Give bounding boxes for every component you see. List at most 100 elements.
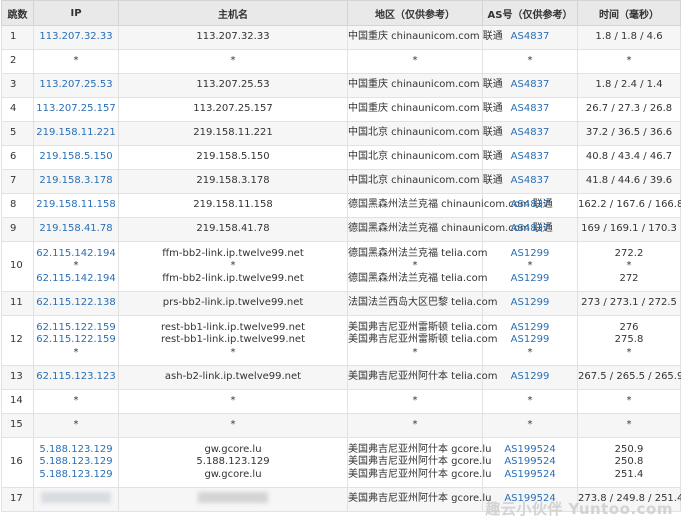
hostname-cell: prs-bb2-link.ip.twelve99.net xyxy=(118,291,348,316)
ip-value[interactable]: 62.115.122.159 xyxy=(34,334,118,347)
time-value: 1.8 / 2.4 / 1.4 xyxy=(595,79,663,91)
ip-value[interactable]: 62.115.122.138 xyxy=(34,297,118,310)
ip-value[interactable]: 113.207.32.33 xyxy=(34,31,118,44)
ip-cell: * xyxy=(33,49,119,74)
hostname-value: 219.158.41.78 xyxy=(196,223,270,235)
asn-value[interactable]: AS199524 xyxy=(483,469,577,482)
ip-value[interactable]: 5.188.123.129 xyxy=(34,444,118,457)
watermark: 趣云小伙伴 Yuntoo.com xyxy=(485,500,673,518)
asn-value[interactable]: AS1299 xyxy=(483,248,577,261)
time-cell: 37.2 / 36.5 / 36.6 xyxy=(577,121,681,146)
table-row: 13 62.115.123.123 ash-b2-link.ip.twelve99.… xyxy=(1,365,681,390)
hop-cell: 17 xyxy=(1,487,34,512)
table-row: 9 219.158.41.78 219.158.41.78 德国黑森州法兰克福 chi… xyxy=(1,217,681,242)
table-row: 12 62.115.122.159 62.115.122.159 * rest-bb1-… xyxy=(1,315,681,366)
ip-value[interactable]: 5.188.123.129 xyxy=(34,456,118,469)
ip-cell: 219.158.3.178 xyxy=(33,169,119,194)
region-cell: 中国北京 chinaunicom.com 联通 xyxy=(347,145,503,170)
ip-value[interactable]: 219.158.3.178 xyxy=(34,175,118,188)
hostname-cell xyxy=(118,487,348,512)
ip-cell: 113.207.25.157 xyxy=(33,97,119,122)
hop-cell: 6 xyxy=(1,145,34,170)
hostname-value: 219.158.5.150 xyxy=(196,151,270,163)
table-row: 1 113.207.32.33 113.207.32.33 中国重庆 chinauni… xyxy=(1,25,681,50)
ip-value[interactable]: 62.115.123.123 xyxy=(34,371,118,384)
time-value: 272 xyxy=(619,272,639,284)
region-cell: 美国弗吉尼亚州阿什本 gcore.lu xyxy=(347,487,492,512)
asn-value[interactable]: AS199524 xyxy=(483,444,577,457)
region-value: * xyxy=(412,260,418,272)
time-cell: 272.2 * 272 xyxy=(577,241,681,292)
time-value: 267.5 / 265.5 / 265.9 xyxy=(578,371,681,383)
region-value: * xyxy=(412,55,418,67)
asn-value: * xyxy=(527,55,533,67)
ip-value[interactable]: 113.207.25.157 xyxy=(34,103,118,116)
table-row: 2 * * * * * xyxy=(1,49,681,74)
ip-value[interactable]: 5.188.123.129 xyxy=(34,469,118,482)
traceroute-table: 跳数 IP 主机名 地区（仅供参考） AS号（仅供参考） 时间（毫秒） 1 113… xyxy=(1,0,681,512)
region-value: 美国弗吉尼亚州阿什本 gcore.lu xyxy=(348,493,492,505)
hop-cell: 14 xyxy=(1,389,34,414)
region-cell: 中国重庆 chinaunicom.com 联通 xyxy=(347,97,503,122)
time-value: * xyxy=(626,346,632,358)
region-value: 美国弗吉尼亚州阿什本 telia.com xyxy=(348,371,498,383)
region-value: 中国北京 chinaunicom.com 联通 xyxy=(348,127,503,139)
region-cell: 中国北京 chinaunicom.com 联通 xyxy=(347,121,503,146)
region-value: 美国弗吉尼亚州阿什本 gcore.lu xyxy=(348,456,492,468)
ip-value[interactable]: 62.115.142.194 xyxy=(34,248,118,261)
asn-value[interactable]: AS1299 xyxy=(483,334,577,347)
region-value: 中国北京 chinaunicom.com 联通 xyxy=(348,175,503,187)
ip-value: * xyxy=(73,55,79,67)
time-cell: 40.8 / 43.4 / 46.7 xyxy=(577,145,681,170)
region-value: 中国重庆 chinaunicom.com 联通 xyxy=(348,31,503,43)
hop-cell: 16 xyxy=(1,437,34,488)
hostname-cell: 113.207.25.157 xyxy=(118,97,348,122)
time-value: 169 / 169.1 / 170.3 xyxy=(581,223,677,235)
region-value: 美国弗吉尼亚州阿什本 gcore.lu xyxy=(348,468,492,480)
hop-cell: 13 xyxy=(1,365,34,390)
region-value: 法国法兰西岛大区巴黎 telia.com xyxy=(348,297,498,309)
ip-value: * xyxy=(73,346,79,358)
asn-value[interactable]: AS199524 xyxy=(483,456,577,469)
ip-value[interactable]: 113.207.25.53 xyxy=(34,79,118,92)
ip-value[interactable]: 219.158.5.150 xyxy=(34,151,118,164)
asn-value[interactable]: AS1299 xyxy=(483,322,577,335)
hostname-value: gw.gcore.lu xyxy=(204,468,262,480)
time-cell: 26.7 / 27.3 / 26.8 xyxy=(577,97,681,122)
region-cell: 美国弗吉尼亚州阿什本 gcore.lu 美国弗吉尼亚州阿什本 gcore.lu 美国… xyxy=(347,437,492,488)
region-cell: 德国黑森州法兰克福 chinaunicom.com 联通 xyxy=(347,217,553,242)
hostname-value: ash-b2-link.ip.twelve99.net xyxy=(164,371,302,383)
ip-value[interactable]: 219.158.11.158 xyxy=(34,199,118,212)
ip-value: * xyxy=(73,260,79,272)
hop-cell: 8 xyxy=(1,193,34,218)
hop-cell: 7 xyxy=(1,169,34,194)
header-hop: 跳数 xyxy=(1,0,34,26)
hostname-value: ffm-bb2-link.ip.twelve99.net xyxy=(162,272,304,284)
hostname-value: rest-bb1-link.ip.twelve99.net xyxy=(160,321,306,333)
ip-cell: 219.158.11.221 xyxy=(33,121,119,146)
ip-value[interactable]: 219.158.11.221 xyxy=(34,127,118,140)
asn-value[interactable]: AS1299 xyxy=(483,297,577,310)
time-value: 41.8 / 44.6 / 39.6 xyxy=(585,175,673,187)
asn-value: * xyxy=(527,419,533,431)
asn-value[interactable]: AS1299 xyxy=(483,371,577,384)
time-cell: 169 / 169.1 / 170.3 xyxy=(577,217,681,242)
hostname-value: 113.207.25.157 xyxy=(193,103,273,115)
hostname-value: * xyxy=(230,55,236,67)
redacted-ip xyxy=(41,491,111,503)
ip-value[interactable]: 219.158.41.78 xyxy=(34,223,118,236)
region-value: 德国黑森州法兰克福 chinaunicom.com 联通 xyxy=(348,223,553,235)
time-cell: * xyxy=(577,389,681,414)
table-body: 1 113.207.32.33 113.207.32.33 中国重庆 chinauni… xyxy=(1,25,681,512)
ip-value[interactable]: 62.115.142.194 xyxy=(34,273,118,286)
hostname-value: 113.207.25.53 xyxy=(196,79,270,91)
time-value: 251.4 xyxy=(614,468,644,480)
ip-value[interactable]: 62.115.122.159 xyxy=(34,322,118,335)
asn-value: * xyxy=(527,260,533,272)
time-value: 40.8 / 43.4 / 46.7 xyxy=(585,151,673,163)
region-value: 美国弗吉尼亚州雷斯顿 telia.com xyxy=(348,321,498,333)
hostname-cell: 219.158.11.221 xyxy=(118,121,348,146)
asn-value[interactable]: AS1299 xyxy=(483,273,577,286)
hostname-cell: * xyxy=(118,413,348,438)
hop-cell: 5 xyxy=(1,121,34,146)
